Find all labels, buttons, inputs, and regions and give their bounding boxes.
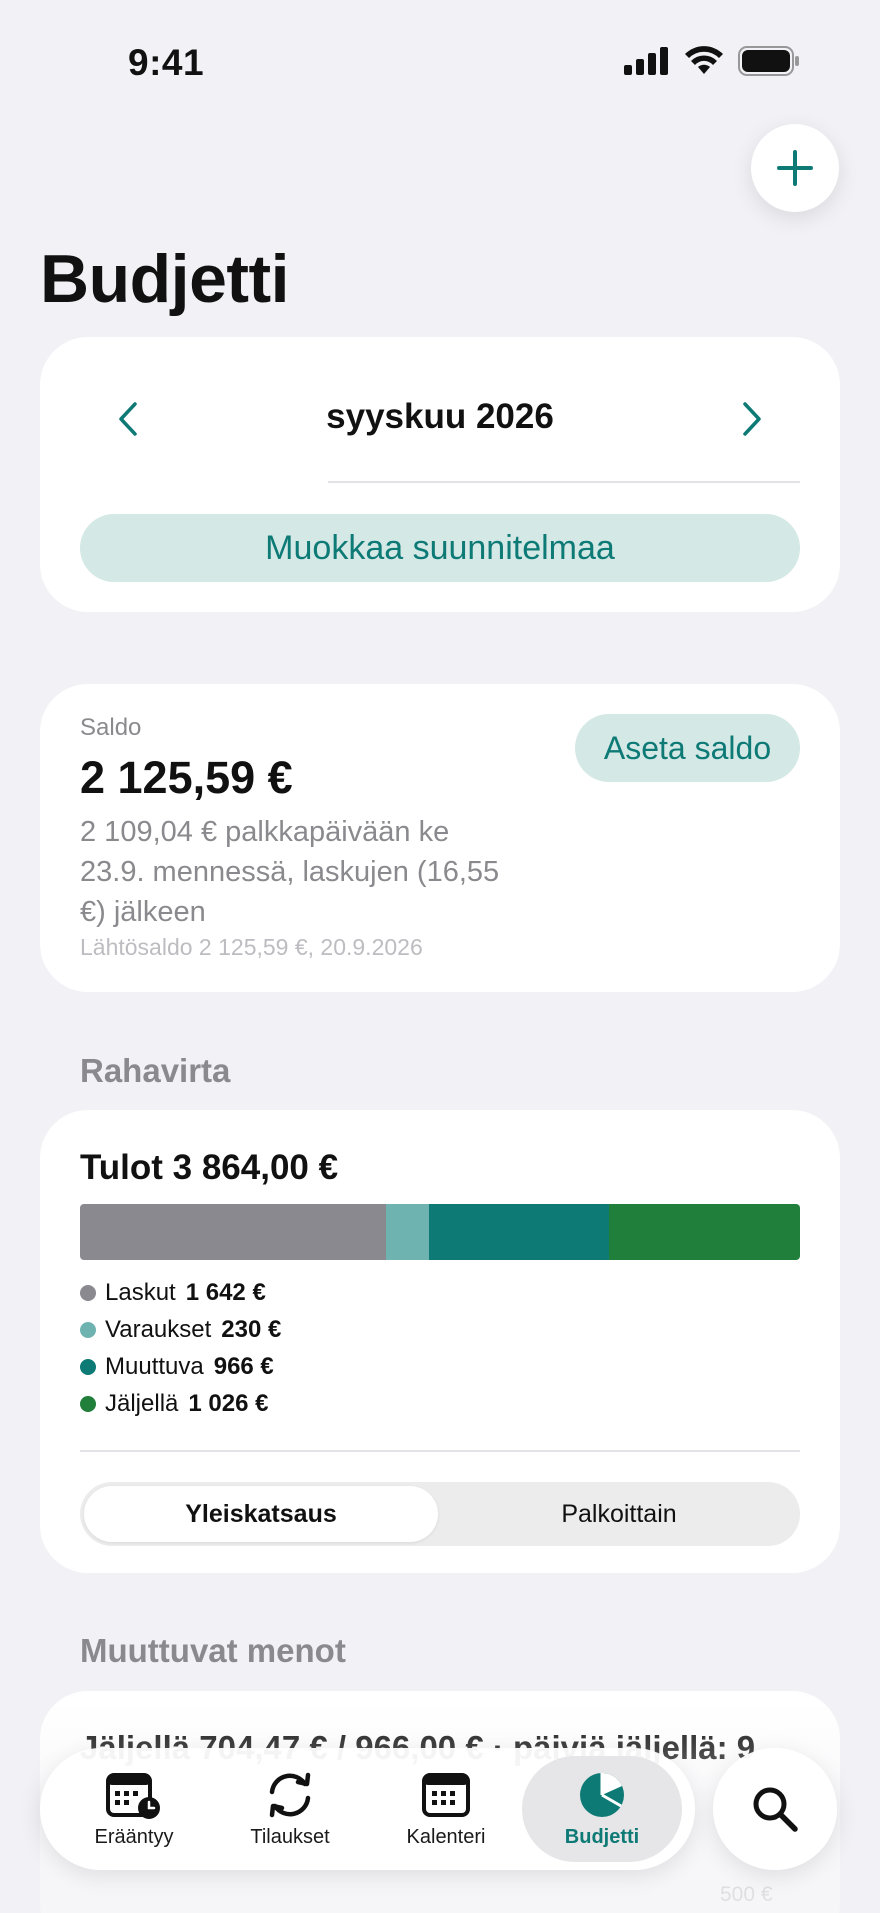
legend-label: Jäljellä: [105, 1389, 179, 1417]
variable-expenses-section-title: Muuttuvat menot: [80, 1632, 346, 1669]
segment-overview[interactable]: Yleiskatsaus: [84, 1486, 438, 1542]
set-balance-button[interactable]: Aseta saldo: [575, 714, 800, 782]
balance-description: 2 109,04 € palkkapäivään ke 23.9. mennes…: [80, 816, 500, 928]
cashflow-bar: [80, 1204, 800, 1260]
legend-item-remaining: Jäljellä 1 026 €: [80, 1385, 281, 1422]
pie-chart-icon: [580, 1772, 624, 1817]
chevron-right-icon: [743, 402, 761, 436]
balance-card: Saldo 2 125,59 € 2 109,04 € palkkapäivää…: [40, 684, 840, 992]
legend-item-variable: Muuttuva 966 €: [80, 1348, 281, 1385]
starting-balance-note: Lähtösaldo 2 125,59 €, 20.9.2026: [80, 934, 423, 960]
bar-segment-remaining: [608, 1204, 800, 1260]
month-label[interactable]: syyskuu 2026: [40, 397, 840, 437]
month-underline: [328, 481, 800, 483]
cashflow-card: Tulot 3 864,00 € Laskut 1 642 € Varaukse…: [40, 1110, 840, 1573]
status-icons: [624, 46, 800, 76]
legend-value: 966 €: [213, 1352, 274, 1380]
legend-dot: [80, 1321, 96, 1338]
tab-bar: Erääntyy Tilaukset Kalenteri Budjetti: [40, 1748, 695, 1870]
refresh-icon: [269, 1772, 311, 1817]
legend-value: 1 642 €: [185, 1278, 266, 1306]
tab-label: Budjetti: [564, 1825, 640, 1848]
cashflow-legend: Laskut 1 642 € Varaukset 230 € Muuttuva …: [80, 1274, 281, 1422]
legend-dot: [80, 1284, 96, 1301]
search-button[interactable]: [713, 1748, 837, 1870]
segment-by-salary[interactable]: Palkoittain: [442, 1486, 796, 1542]
search-icon: [753, 1787, 798, 1832]
tab-calendar[interactable]: Kalenteri: [366, 1756, 526, 1862]
legend-label: Laskut: [105, 1278, 176, 1306]
calendar-clock-icon: [106, 1772, 160, 1819]
battery-icon: [738, 46, 799, 76]
legend-value: 1 026 €: [188, 1389, 269, 1417]
tab-label: Erääntyy: [94, 1825, 174, 1848]
budget-screen: 9:41 Budjetti syyskuu 2026 Muokkaa suunn…: [0, 0, 880, 1913]
legend-label: Muuttuva: [105, 1352, 204, 1380]
tab-subscriptions[interactable]: Tilaukset: [210, 1756, 370, 1862]
chart-axis-label: 500 €: [720, 1883, 773, 1906]
legend-item-reservations: Varaukset 230 €: [80, 1311, 281, 1348]
legend-label: Varaukset: [105, 1315, 212, 1343]
page-title: Budjetti: [40, 241, 290, 317]
legend-item-bills: Laskut 1 642 €: [80, 1274, 281, 1311]
legend-value: 230 €: [221, 1315, 282, 1343]
legend-dot: [80, 1395, 96, 1412]
signal-icon: [624, 47, 668, 75]
balance-label: Saldo: [80, 714, 142, 741]
bar-segment-variable: [428, 1204, 609, 1260]
bar-segment-reservations: [385, 1204, 429, 1260]
tab-due[interactable]: Erääntyy: [54, 1756, 214, 1862]
month-navigator: syyskuu 2026: [40, 393, 840, 443]
plus-icon: [777, 150, 813, 186]
add-button[interactable]: [751, 124, 839, 212]
cashflow-divider: [80, 1450, 800, 1452]
calendar-icon: [422, 1772, 470, 1817]
income-title: Tulot 3 864,00 €: [80, 1148, 339, 1187]
edit-plan-button[interactable]: Muokkaa suunnitelmaa: [80, 514, 800, 582]
view-segmented-control: Yleiskatsaus Palkoittain: [80, 1482, 800, 1546]
cashflow-section-title: Rahavirta: [80, 1052, 231, 1089]
tab-budget[interactable]: Budjetti: [522, 1756, 682, 1862]
tab-label: Kalenteri: [406, 1825, 486, 1848]
month-card: syyskuu 2026 Muokkaa suunnitelmaa: [40, 337, 840, 612]
wifi-icon: [685, 46, 723, 74]
tab-label: Tilaukset: [250, 1825, 330, 1848]
status-time: 9:41: [128, 42, 205, 83]
legend-dot: [80, 1358, 96, 1375]
next-month-button[interactable]: [730, 397, 774, 441]
bar-segment-bills: [80, 1204, 386, 1260]
balance-amount: 2 125,59 €: [80, 752, 293, 803]
